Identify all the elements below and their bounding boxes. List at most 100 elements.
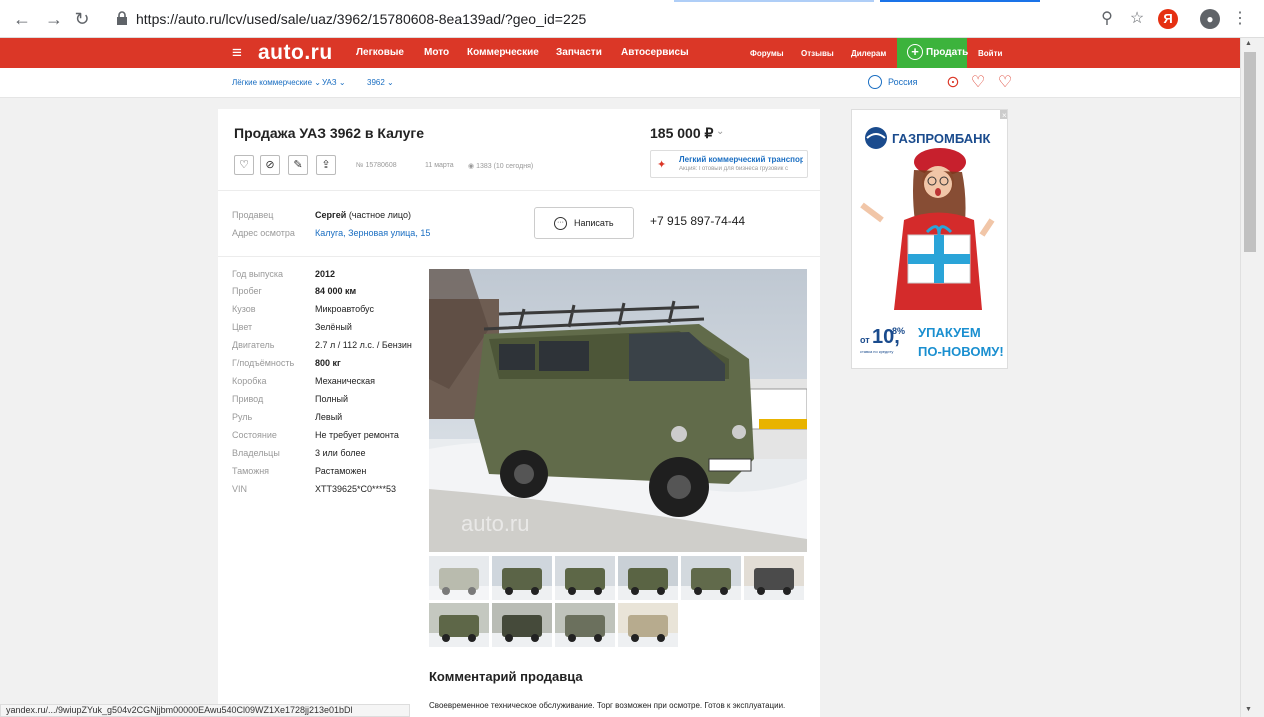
spec-value: Полный	[315, 394, 348, 404]
page-scrollbar[interactable]: ▲ ▼	[1240, 38, 1264, 717]
spec-value: Микроавтобус	[315, 304, 374, 314]
photo-thumbnail[interactable]	[429, 603, 489, 647]
photo-thumbnail[interactable]	[555, 603, 615, 647]
comment-text: Своевременное техническое обслуживание. …	[429, 701, 786, 710]
address-link[interactable]: Калуга, Зерновая улица, 15	[315, 228, 430, 238]
main-photo[interactable]: auto.ru	[429, 269, 807, 552]
sell-label: Продать	[926, 47, 969, 58]
plus-circle-icon: +	[907, 44, 923, 60]
sell-button[interactable]: + Продать	[897, 38, 969, 68]
breadcrumb-item-model[interactable]: 3962 ⌄	[367, 78, 394, 87]
spec-label: Состояние	[232, 430, 277, 440]
browser-toolbar: ← → ↻ https://auto.ru/lcv/used/sale/uaz/…	[0, 0, 1264, 38]
listing-views: ◉ 1383 (10 сегодня)	[468, 163, 534, 170]
spec-label: Пробег	[232, 286, 262, 296]
tab-indicator-active	[880, 0, 1040, 2]
spec-value: 800 кг	[315, 358, 341, 368]
truck-promo-icon: ✦	[657, 159, 667, 171]
yandex-extension-icon[interactable]: Я	[1158, 9, 1178, 29]
breadcrumb: Лёгкие коммерческие ⌄ УАЗ ⌄ 3962 ⌄ Росси…	[0, 68, 1240, 98]
ad-creative: × ГАЗПРОМБАНК от 10, 8% ставка по кредит…	[852, 110, 1007, 368]
menu-dots-icon[interactable]: ⋮	[1230, 9, 1250, 29]
status-bar-url: yandex.ru/.../9wiupZYuk_g504v2CGNjjbm000…	[0, 704, 410, 717]
photo-thumbnail[interactable]	[555, 556, 615, 600]
spec-label: Год выпуска	[232, 269, 283, 279]
divider	[218, 256, 820, 257]
photo-thumbnail[interactable]	[681, 556, 741, 600]
ad-slogan-1: УПАКУЕМ	[918, 325, 981, 340]
uaz-van-photo: auto.ru	[429, 269, 807, 552]
spec-value: Не требует ремонта	[315, 430, 399, 440]
write-message-button[interactable]: ··· Написать	[534, 207, 634, 239]
spec-value: Механическая	[315, 376, 376, 386]
hamburger-menu-icon[interactable]: ≡	[232, 44, 242, 62]
seller-info: Сергей (частное лицо)	[315, 210, 411, 220]
photo-thumbnail[interactable]	[744, 556, 804, 600]
promo-title: Легкий коммерческий транспорт	[679, 155, 803, 164]
forward-icon[interactable]: →	[44, 9, 64, 29]
nav-item-moto[interactable]: Мото	[424, 47, 449, 58]
share-button[interactable]: ⇪	[316, 155, 336, 175]
reload-icon[interactable]: ↻	[72, 9, 92, 29]
photo-thumbnail[interactable]	[492, 603, 552, 647]
spec-value: Зелёный	[315, 322, 352, 332]
breadcrumb-item-category[interactable]: Лёгкие коммерческие ⌄	[232, 78, 321, 87]
nav-item-reviews[interactable]: Отзывы	[801, 49, 834, 58]
scroll-down-arrow-icon[interactable]: ▼	[1245, 706, 1252, 713]
spec-label: Привод	[232, 394, 264, 404]
nav-item-dealers[interactable]: Дилерам	[851, 49, 886, 58]
site-logo[interactable]: auto.ru	[258, 41, 333, 65]
nav-item-services[interactable]: Автосервисы	[621, 47, 689, 58]
listing-price[interactable]: 185 000 ₽	[650, 125, 713, 142]
spec-label: Руль	[232, 412, 253, 422]
chat-icon[interactable]: ⊙	[944, 74, 962, 92]
nav-item-forums[interactable]: Форумы	[750, 49, 784, 58]
favorite-heart-button[interactable]: ♡	[234, 155, 254, 175]
address-label: Адрес осмотра	[232, 228, 295, 238]
address-bar[interactable]: https://auto.ru/lcv/used/sale/uaz/3962/1…	[106, 6, 1126, 32]
nav-item-parts[interactable]: Запчасти	[556, 47, 602, 58]
photo-thumbnail[interactable]	[492, 556, 552, 600]
compare-icon[interactable]: ♡	[996, 74, 1014, 92]
spec-value: 3 или более	[315, 448, 366, 458]
bookmark-star-icon[interactable]: ☆	[1127, 9, 1147, 29]
back-icon[interactable]: ←	[12, 9, 32, 29]
scroll-up-arrow-icon[interactable]: ▲	[1245, 40, 1252, 47]
listing-card: Продажа УАЗ 3962 в Калуге 185 000 ₽ ⌄ ♡ …	[218, 109, 820, 717]
edit-note-button[interactable]: ✎	[288, 155, 308, 175]
photo-thumbnail[interactable]	[618, 556, 678, 600]
login-link[interactable]: Войти	[978, 49, 1002, 58]
tab-indicator	[674, 0, 874, 2]
price-caret-icon[interactable]: ⌄	[716, 126, 724, 137]
nav-item-commercial[interactable]: Коммерческие	[467, 47, 539, 58]
watermark: auto.ru	[461, 511, 530, 536]
seller-phone[interactable]: +7 915 897-74-44	[650, 214, 745, 228]
spec-value: Растаможен	[315, 466, 367, 476]
photo-thumbnail[interactable]	[429, 556, 489, 600]
favorites-heart-icon[interactable]: ♡	[969, 74, 987, 92]
eye-icon: ◉	[468, 163, 477, 170]
spec-label: Кузов	[232, 304, 256, 314]
spec-label: Коробка	[232, 376, 267, 386]
listing-title: Продажа УАЗ 3962 в Калуге	[234, 125, 424, 141]
spec-value: Левый	[315, 412, 343, 422]
spec-label: Г/подъёмность	[232, 358, 295, 368]
gazprombank-ad[interactable]: × ГАЗПРОМБАНК от 10, 8% ставка по кредит…	[851, 109, 1008, 369]
photo-thumbnail[interactable]	[618, 603, 678, 647]
block-button[interactable]: ⊘	[260, 155, 280, 175]
account-icon[interactable]: ●	[1200, 9, 1220, 29]
divider	[218, 190, 820, 191]
ad-slogan-2: ПО-НОВОМУ!	[918, 344, 1004, 359]
listing-date: 11 марта	[425, 162, 454, 169]
zoom-icon[interactable]: ⚲	[1097, 9, 1117, 29]
ad-rate-prefix: от	[860, 335, 870, 345]
scrollbar-thumb[interactable]	[1244, 52, 1256, 252]
comment-heading: Комментарий продавца	[429, 669, 583, 684]
spec-label: VIN	[232, 484, 248, 494]
nav-item-cars[interactable]: Легковые	[356, 47, 404, 58]
region-selector[interactable]: Россия	[888, 77, 918, 87]
spec-label: Владельцы	[232, 448, 280, 458]
promo-banner[interactable]: ✦ Легкий коммерческий транспорт Акция: Г…	[650, 150, 808, 178]
ad-bank-name: ГАЗПРОМБАНК	[892, 131, 990, 146]
breadcrumb-item-brand[interactable]: УАЗ ⌄	[322, 78, 346, 87]
